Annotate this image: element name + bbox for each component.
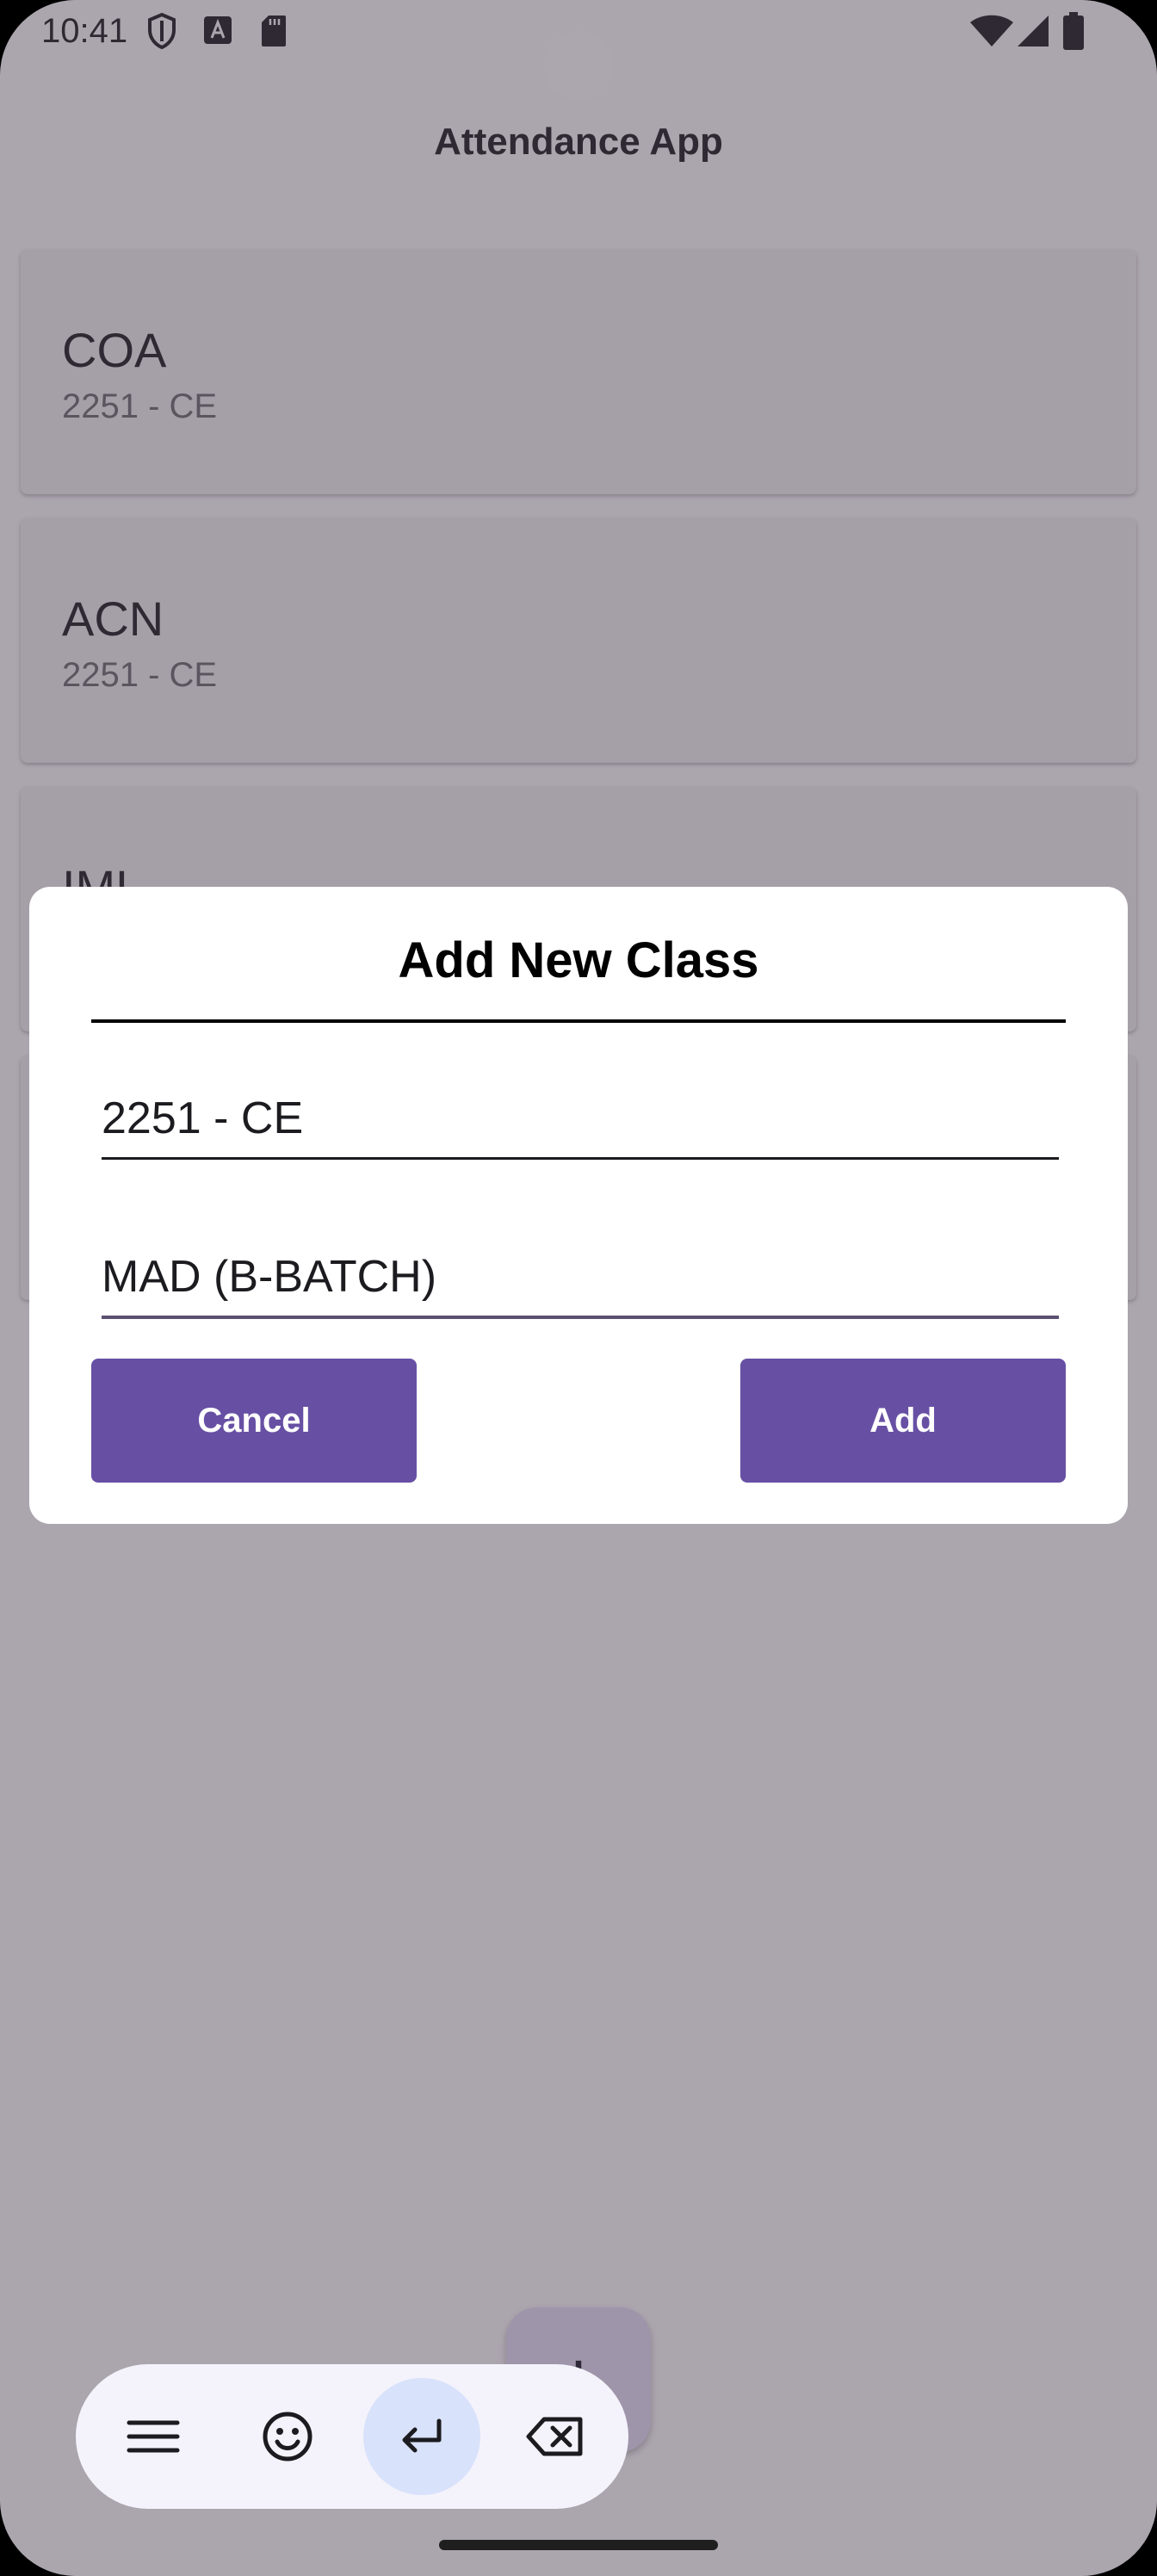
app-screen: 10:41 Attendance App COA 2251 - CE ACN 2… [0,0,1157,2576]
batch-input[interactable] [102,1090,1049,1147]
add-class-dialog: Add New Class Cancel Add [29,887,1128,1524]
subject-input[interactable] [102,1248,1049,1305]
cancel-button[interactable]: Cancel [91,1359,417,1483]
keyboard-emoji-button[interactable] [229,2378,346,2495]
keyboard-toolbar [76,2364,628,2509]
keyboard-menu-button[interactable] [95,2378,212,2495]
dialog-divider [91,1019,1066,1023]
add-button[interactable]: Add [740,1359,1066,1483]
dialog-title: Add New Class [398,932,759,988]
gesture-home-bar[interactable] [439,2540,718,2550]
keyboard-backspace-button[interactable] [498,2378,615,2495]
subject-field[interactable] [102,1236,1059,1319]
batch-field[interactable] [102,1078,1059,1160]
keyboard-enter-button[interactable] [363,2378,480,2495]
